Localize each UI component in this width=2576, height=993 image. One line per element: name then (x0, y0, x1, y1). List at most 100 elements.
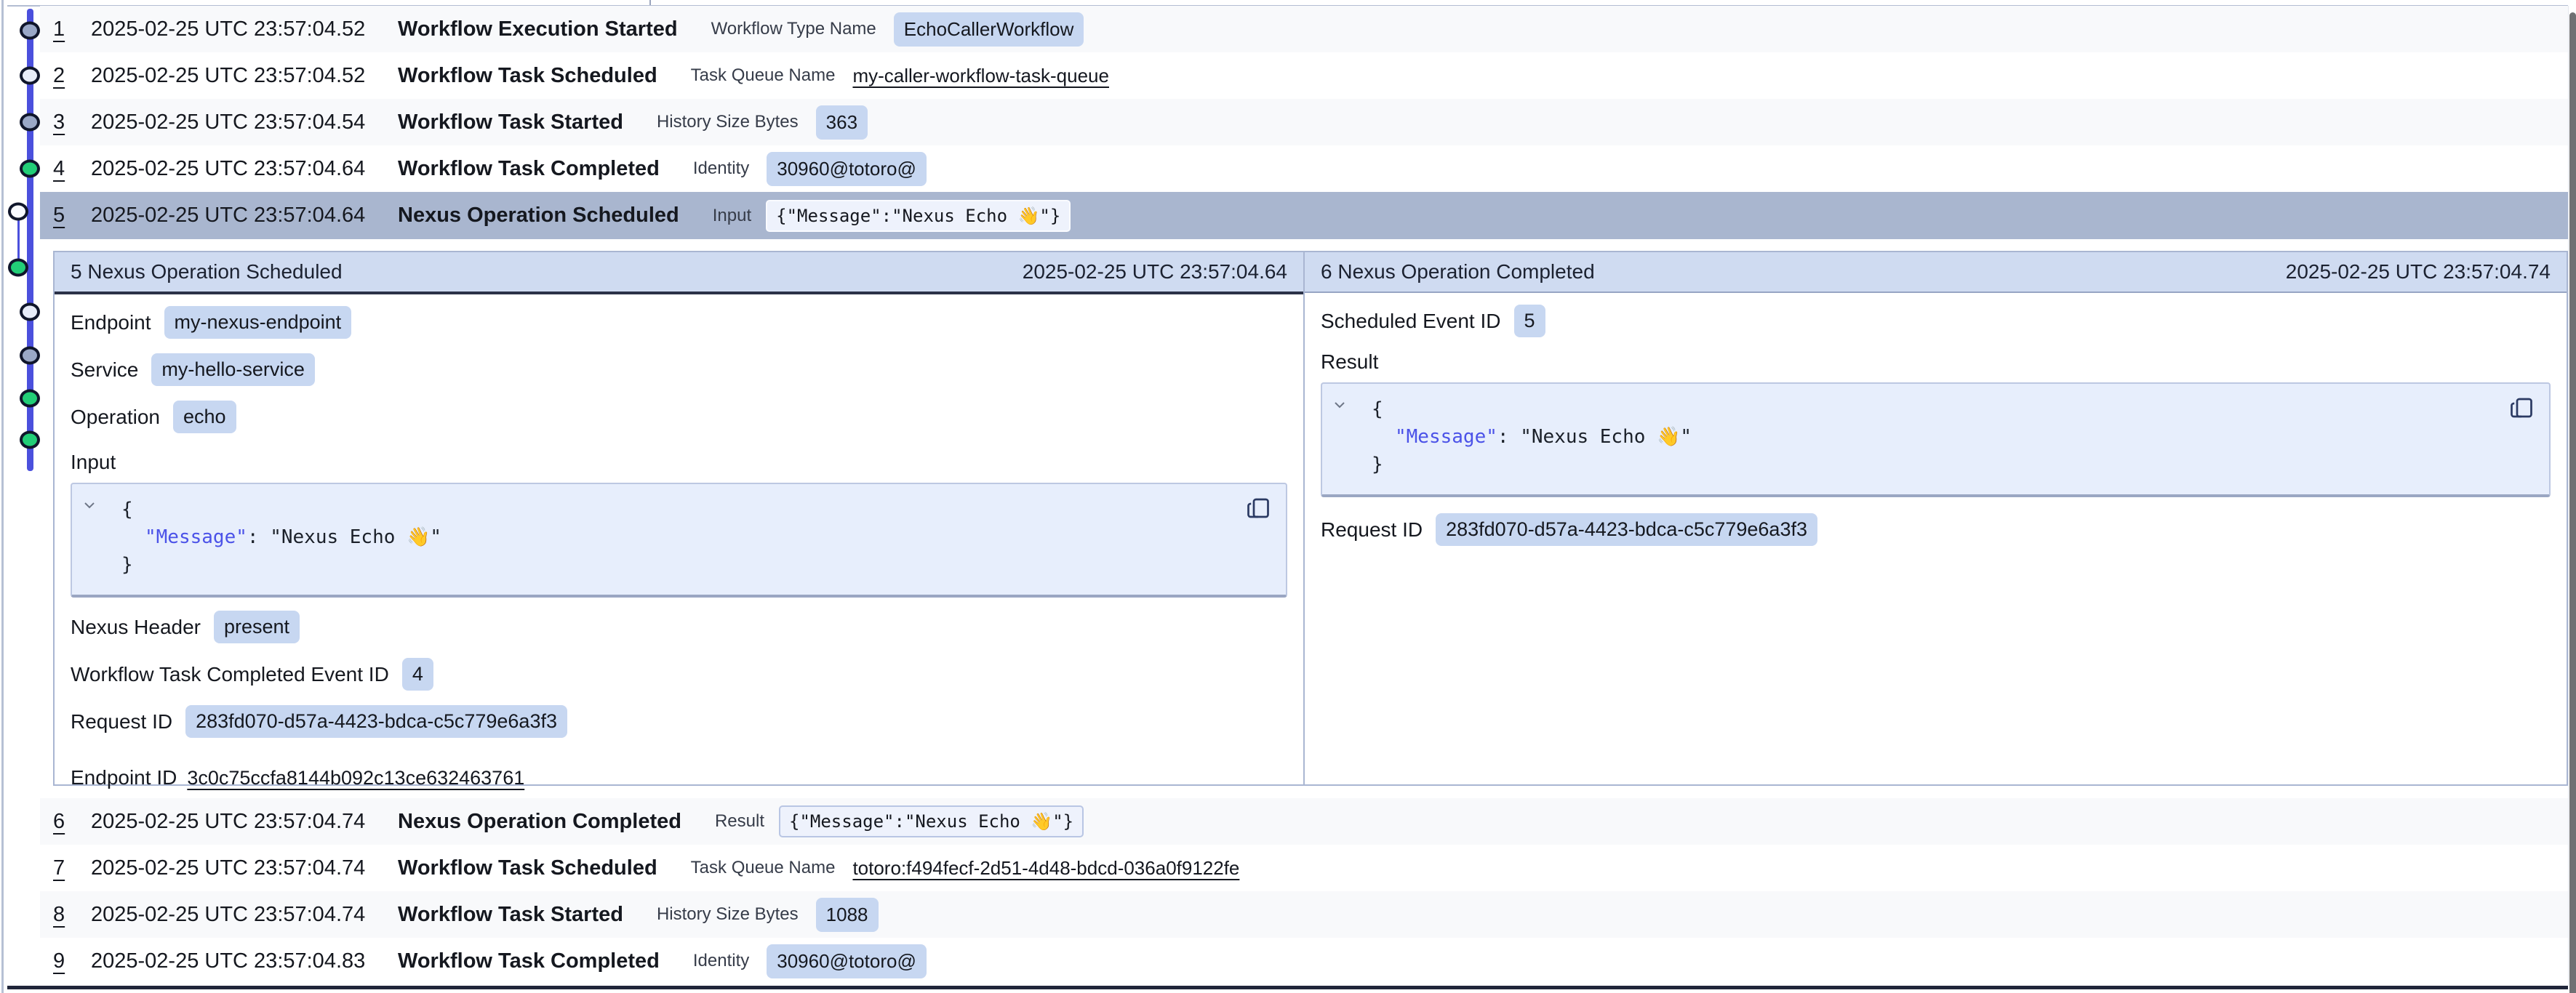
event-name: Workflow Task Started (398, 110, 623, 134)
table-bottom-border (7, 986, 2568, 989)
event-attribute-label: Result (715, 811, 764, 832)
field-label: Nexus Header (71, 616, 201, 639)
json-key: "Message" (1395, 426, 1497, 448)
detail-field-scheduled-event-id: Scheduled Event ID 5 (1321, 305, 2551, 337)
field-label: Request ID (71, 710, 172, 733)
event-row-9[interactable]: 9 2025-02-25 UTC 23:57:04.83 Workflow Ta… (40, 938, 2568, 984)
event-id-link[interactable]: 8 (53, 903, 75, 927)
timeline-dot-1[interactable] (20, 22, 40, 40)
field-label: Scheduled Event ID (1321, 310, 1501, 333)
event-id-link[interactable]: 2 (53, 64, 75, 88)
event-timestamp: 2025-02-25 UTC 23:57:04.83 (91, 949, 388, 973)
event-timestamp: 2025-02-25 UTC 23:57:04.74 (91, 903, 388, 927)
event-payload-chip: {"Message":"Nexus Echo 👋"} (766, 200, 1071, 232)
result-json-viewer: { "Message": "Nexus Echo 👋" } (1321, 382, 2551, 497)
detail-field-endpoint: Endpoint my-nexus-endpoint (71, 306, 1287, 339)
field-label: Endpoint ID (71, 766, 177, 789)
detail-field-wft-completed-event-id: Workflow Task Completed Event ID 4 (71, 658, 1287, 691)
event-row-4[interactable]: 4 2025-02-25 UTC 23:57:04.64 Workflow Ta… (40, 145, 2568, 192)
event-name: Workflow Task Started (398, 903, 623, 927)
field-label: Endpoint (71, 311, 151, 334)
event-id-link[interactable]: 4 (53, 157, 75, 181)
vertical-scrollbar-thumb[interactable] (2569, 12, 2576, 993)
timeline-dot-7[interactable] (20, 303, 40, 321)
json-line-open: { (87, 496, 1268, 523)
task-queue-link[interactable]: my-caller-workflow-task-queue (852, 65, 1109, 87)
event-id-link[interactable]: 9 (53, 949, 75, 973)
event-name: Workflow Task Scheduled (398, 856, 657, 880)
detail-panel-scheduled: 5 Nexus Operation Scheduled 2025-02-25 U… (55, 252, 1305, 784)
timeline-dot-10[interactable] (20, 431, 40, 449)
input-json-viewer: { "Message": "Nexus Echo 👋" } (71, 483, 1287, 598)
field-label: Operation (71, 406, 160, 429)
event-detail-panel: 5 Nexus Operation Scheduled 2025-02-25 U… (53, 251, 2568, 786)
json-line-close: } (1337, 451, 2532, 478)
event-row-6[interactable]: 6 2025-02-25 UTC 23:57:04.74 Nexus Opera… (40, 798, 2568, 845)
timeline-dot-4[interactable] (20, 160, 40, 178)
event-name: Workflow Task Completed (398, 157, 660, 181)
detail-field-request-id: Request ID 283fd070-d57a-4423-bdca-c5c77… (71, 705, 1287, 738)
field-label: Workflow Task Completed Event ID (71, 663, 389, 686)
detail-panel-header: 5 Nexus Operation Scheduled 2025-02-25 U… (55, 252, 1303, 294)
detail-panel-body: Scheduled Event ID 5 Result { "Message":… (1305, 305, 2567, 546)
field-value-badge: echo (173, 401, 236, 433)
event-id-link[interactable]: 1 (53, 17, 75, 41)
timeline-dot-6-branch[interactable] (8, 259, 28, 277)
field-value-badge: 283fd070-d57a-4423-bdca-c5c779e6a3f3 (185, 705, 567, 738)
json-line-open: { (1337, 395, 2532, 423)
detail-field-nexus-header: Nexus Header present (71, 611, 1287, 643)
page-left-border (1, 0, 4, 993)
event-row-8[interactable]: 8 2025-02-25 UTC 23:57:04.74 Workflow Ta… (40, 891, 2568, 938)
copy-button[interactable] (2507, 394, 2536, 423)
event-attribute-label: Workflow Type Name (711, 19, 876, 39)
timeline-dot-2[interactable] (20, 67, 40, 85)
detail-field-endpoint-id: Endpoint ID 3c0c75ccfa8144b092c13ce63246… (71, 763, 1287, 793)
field-value-badge: 4 (402, 658, 433, 691)
event-attribute-value-badge: 1088 (816, 898, 879, 932)
detail-panel-title: 6 Nexus Operation Completed (1321, 260, 1595, 284)
detail-panel-header: 6 Nexus Operation Completed 2025-02-25 U… (1305, 252, 2567, 293)
event-attribute-label: History Size Bytes (657, 112, 799, 132)
json-separator: : (1497, 426, 1520, 448)
copy-icon (1245, 495, 1271, 521)
event-id-link[interactable]: 5 (53, 204, 75, 228)
event-row-3[interactable]: 3 2025-02-25 UTC 23:57:04.54 Workflow Ta… (40, 99, 2568, 145)
timeline-dot-8[interactable] (20, 347, 40, 365)
event-row-2[interactable]: 2 2025-02-25 UTC 23:57:04.52 Workflow Ta… (40, 52, 2568, 99)
event-attribute-label: Task Queue Name (691, 858, 836, 878)
event-row-5-selected[interactable]: 5 2025-02-25 UTC 23:57:04.64 Nexus Opera… (40, 192, 2568, 239)
endpoint-id-link[interactable]: 3c0c75ccfa8144b092c13ce632463761 (187, 767, 524, 789)
detail-panel-timestamp: 2025-02-25 UTC 23:57:04.64 (1023, 260, 1287, 284)
event-name: Nexus Operation Scheduled (398, 204, 679, 228)
event-attribute-value-badge: 30960@totoro@ (767, 944, 927, 978)
event-name: Workflow Execution Started (398, 17, 678, 41)
event-timestamp: 2025-02-25 UTC 23:57:04.74 (91, 856, 388, 880)
task-queue-link[interactable]: totoro:f494fecf-2d51-4d48-bdcd-036a0f912… (852, 857, 1239, 880)
detail-field-request-id: Request ID 283fd070-d57a-4423-bdca-c5c77… (1321, 513, 2551, 546)
event-history-table-bottom: 6 2025-02-25 UTC 23:57:04.74 Nexus Opera… (40, 798, 2568, 984)
event-row-1[interactable]: 1 2025-02-25 UTC 23:57:04.52 Workflow Ex… (40, 6, 2568, 52)
event-attribute-label: Task Queue Name (691, 65, 836, 86)
timeline-dot-3[interactable] (20, 113, 40, 132)
json-value: "Nexus Echo 👋" (270, 526, 441, 548)
json-line-close: } (87, 551, 1268, 579)
input-section-label: Input (71, 451, 1287, 474)
event-history-table-top: 1 2025-02-25 UTC 23:57:04.52 Workflow Ex… (40, 6, 2568, 239)
event-id-link[interactable]: 7 (53, 856, 75, 880)
detail-panel-title: 5 Nexus Operation Scheduled (71, 260, 343, 284)
event-timestamp: 2025-02-25 UTC 23:57:04.64 (91, 204, 388, 228)
json-line-message: "Message": "Nexus Echo 👋" (1337, 423, 2532, 451)
event-attribute-label: Identity (693, 951, 749, 971)
timeline-dot-5-branch[interactable] (8, 203, 28, 221)
event-id-link[interactable]: 6 (53, 810, 75, 834)
copy-button[interactable] (1244, 494, 1273, 523)
header-column-divider (649, 0, 651, 5)
timeline-dot-9[interactable] (20, 390, 40, 408)
field-label: Service (71, 358, 138, 382)
field-value-badge: present (214, 611, 300, 643)
event-row-7[interactable]: 7 2025-02-25 UTC 23:57:04.74 Workflow Ta… (40, 845, 2568, 891)
table-right-border (2568, 6, 2569, 986)
detail-field-service: Service my-hello-service (71, 353, 1287, 386)
event-id-link[interactable]: 3 (53, 110, 75, 134)
event-timestamp: 2025-02-25 UTC 23:57:04.64 (91, 157, 388, 181)
